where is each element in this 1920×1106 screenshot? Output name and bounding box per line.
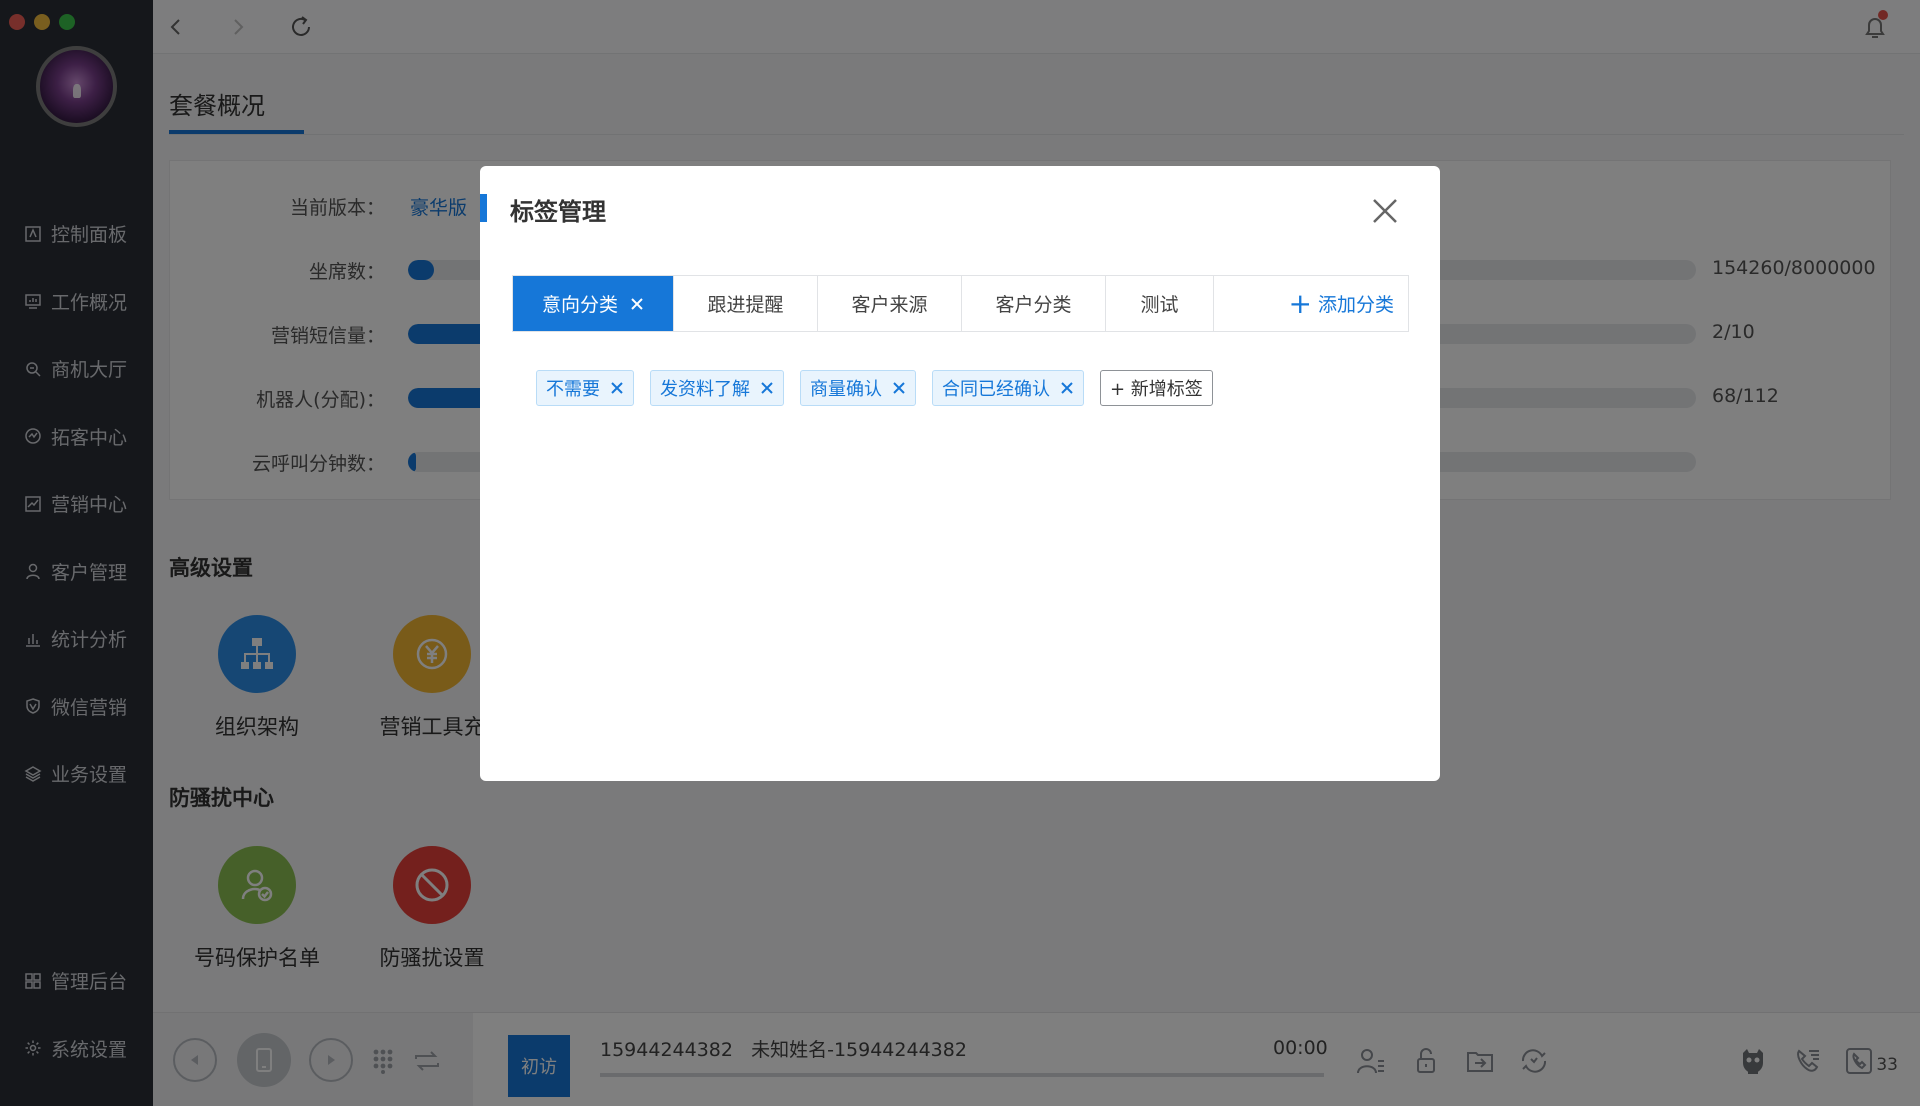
close-button[interactable] xyxy=(1370,196,1400,226)
remove-category-button[interactable] xyxy=(630,297,644,311)
dialog-title: 标签管理 xyxy=(510,198,606,226)
tag-item[interactable]: 不需要 xyxy=(536,370,634,406)
close-icon xyxy=(1373,199,1397,223)
close-icon xyxy=(631,297,643,310)
tab-customer-source[interactable]: 客户来源 xyxy=(818,276,962,331)
tag-label: 发资料了解 xyxy=(660,379,750,400)
tag-label: 合同已经确认 xyxy=(942,379,1050,400)
tag-management-dialog: 标签管理 意向分类 跟进提醒 客户来源 客户分类 测试 + 添加分类 不需要 发… xyxy=(480,166,1440,781)
close-icon xyxy=(1061,382,1073,394)
remove-tag-button[interactable] xyxy=(610,381,624,395)
tag-item[interactable]: 合同已经确认 xyxy=(932,370,1084,406)
title-accent-bar xyxy=(480,194,487,222)
remove-tag-button[interactable] xyxy=(760,381,774,395)
remove-tag-button[interactable] xyxy=(892,381,906,395)
tag-label: 不需要 xyxy=(546,379,600,400)
tag-label: 商量确认 xyxy=(810,379,882,400)
category-tabs: 意向分类 跟进提醒 客户来源 客户分类 测试 + 添加分类 xyxy=(512,275,1409,332)
remove-tag-button[interactable] xyxy=(1060,381,1074,395)
tab-label: 客户来源 xyxy=(851,294,928,316)
tab-label: 意向分类 xyxy=(541,294,618,316)
tab-label: 跟进提醒 xyxy=(707,294,784,316)
tab-test[interactable]: 测试 xyxy=(1106,276,1214,331)
tag-list: 不需要 发资料了解 商量确认 合同已经确认 + 新增标签 xyxy=(536,370,1213,406)
add-category-button[interactable]: + 添加分类 xyxy=(1289,276,1394,331)
add-tag-button[interactable]: + 新增标签 xyxy=(1100,370,1213,406)
plus-icon: + xyxy=(1288,286,1312,320)
close-icon xyxy=(893,382,905,394)
close-icon xyxy=(761,382,773,394)
tag-item[interactable]: 商量确认 xyxy=(800,370,916,406)
tab-follow-up-reminder[interactable]: 跟进提醒 xyxy=(674,276,818,331)
close-icon xyxy=(611,382,623,394)
tab-label: 测试 xyxy=(1140,294,1179,316)
tag-item[interactable]: 发资料了解 xyxy=(650,370,784,406)
tab-intent-category[interactable]: 意向分类 xyxy=(513,276,674,331)
tab-customer-category[interactable]: 客户分类 xyxy=(962,276,1106,331)
add-category-label: 添加分类 xyxy=(1317,294,1394,316)
tab-label: 客户分类 xyxy=(995,294,1072,316)
